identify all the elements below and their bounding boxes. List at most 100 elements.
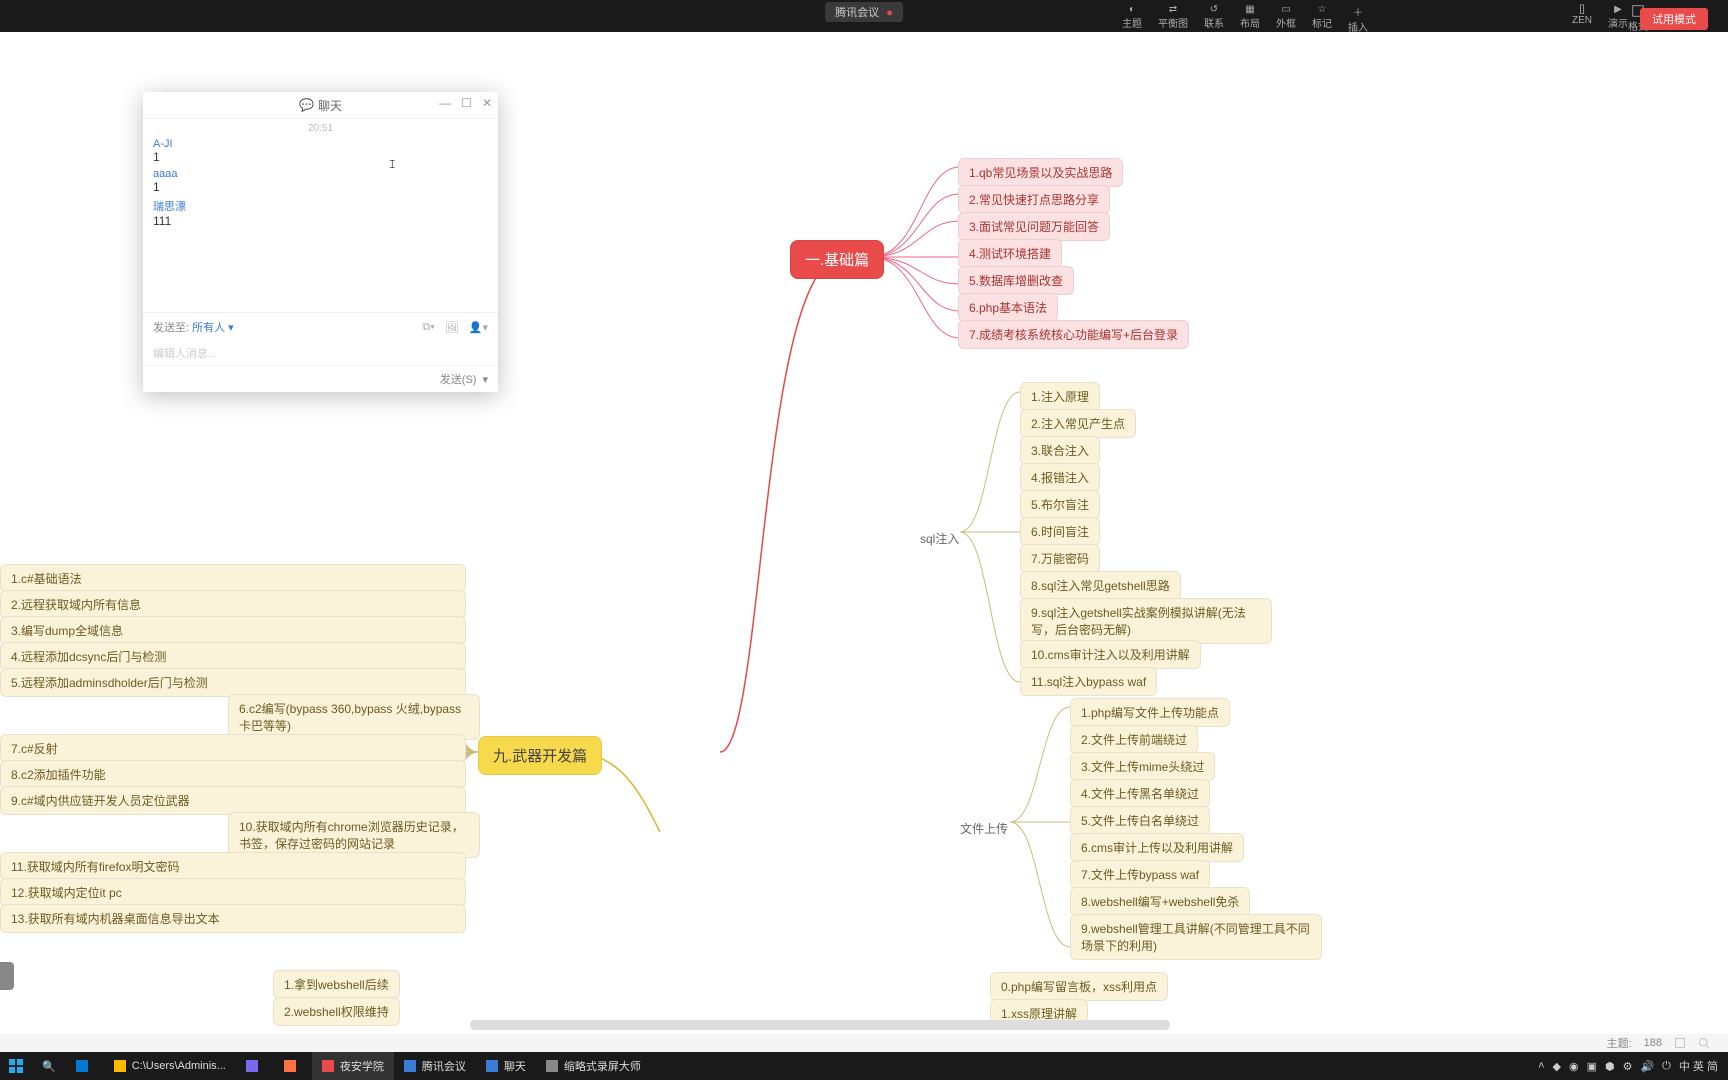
taskbar-item-6[interactable]: 聊天 bbox=[476, 1052, 536, 1080]
sql-node-2[interactable]: 3.联合注入 bbox=[1020, 436, 1100, 465]
tray-icon-1[interactable]: ◆ bbox=[1553, 1060, 1561, 1073]
node-upload-hub[interactable]: 文件上传 bbox=[950, 815, 1018, 842]
weapon-node-12[interactable]: 13.获取所有域内机器桌面信息导出文本 bbox=[0, 904, 466, 933]
sql-node-8[interactable]: 9.sql注入getshell实战案例模拟讲解(无法写，后台密码无解) bbox=[1020, 598, 1272, 644]
person-icon[interactable]: 👤▾ bbox=[469, 321, 488, 334]
tool-layout[interactable]: ▦布局 bbox=[1240, 4, 1260, 34]
chat-titlebar[interactable]: 💬 聊天 — ☐ ✕ bbox=[143, 92, 498, 119]
pink-node-3[interactable]: 4.测试环境搭建 bbox=[958, 239, 1062, 268]
upload-node-0[interactable]: 1.php编写文件上传功能点 bbox=[1070, 698, 1230, 727]
webshell-node-1[interactable]: 2.webshell权限维持 bbox=[273, 997, 400, 1026]
send-to[interactable]: 发送至: 所有人 ▾ bbox=[153, 319, 234, 335]
upload-node-6[interactable]: 7.文件上传bypass waf bbox=[1070, 860, 1210, 889]
sql-node-5[interactable]: 6.时间盲注 bbox=[1020, 517, 1100, 546]
upload-node-8[interactable]: 9.webshell管理工具讲解(不同管理工具不同场景下的利用) bbox=[1070, 914, 1322, 960]
tray-lang[interactable]: 中 英 简 bbox=[1679, 1058, 1718, 1074]
start-button[interactable] bbox=[0, 1052, 32, 1080]
weapon-node-11[interactable]: 12.获取域内定位it pc bbox=[0, 878, 466, 907]
tray-icon-4[interactable]: ⬢ bbox=[1605, 1060, 1615, 1073]
pink-node-2[interactable]: 3.面试常见问题万能回答 bbox=[958, 212, 1110, 241]
taskbar-item-4[interactable]: 夜安学院 bbox=[312, 1052, 394, 1080]
weapon-node-4[interactable]: 5.远程添加adminsdholder后门与检测 bbox=[0, 668, 466, 697]
weapon-node-2[interactable]: 3.编写dump全域信息 bbox=[0, 616, 466, 645]
send-dropdown-icon[interactable]: ▾ bbox=[482, 373, 488, 386]
sql-node-1[interactable]: 2.注入常见产生点 bbox=[1020, 409, 1136, 438]
taskbar-item-5[interactable]: 腾讯会议 bbox=[394, 1052, 476, 1080]
sql-node-4[interactable]: 5.布尔盲注 bbox=[1020, 490, 1100, 519]
pink-node-5[interactable]: 6.php基本语法 bbox=[958, 293, 1058, 322]
webshell-node-0[interactable]: 1.拿到webshell后续 bbox=[273, 970, 400, 999]
balance-icon: ⇄ bbox=[1169, 4, 1177, 15]
tool-balance[interactable]: ⇄平衡图 bbox=[1158, 4, 1188, 34]
xss-node-0[interactable]: 0.php编写留言板，xss利用点 bbox=[990, 972, 1168, 1001]
sidebar-toggle[interactable] bbox=[0, 962, 14, 990]
taskbar-item-0[interactable] bbox=[66, 1052, 104, 1080]
sql-node-6[interactable]: 7.万能密码 bbox=[1020, 544, 1100, 573]
node-sql-hub[interactable]: sql注入 bbox=[910, 525, 969, 552]
maximize-icon[interactable]: ☐ bbox=[461, 96, 472, 110]
weapon-node-0[interactable]: 1.c#基础语法 bbox=[0, 564, 466, 593]
weapon-node-3[interactable]: 4.远程添加dcsync后门与检测 bbox=[0, 642, 466, 671]
zoom-icon[interactable] bbox=[1698, 1037, 1710, 1049]
tool-outline[interactable]: ▭外框 bbox=[1276, 4, 1296, 34]
chat-user-0: A-JI bbox=[153, 138, 488, 150]
upload-node-2[interactable]: 3.文件上传mime头绕过 bbox=[1070, 752, 1215, 781]
node-basics-root[interactable]: 一.基础篇 bbox=[790, 240, 884, 279]
chat-action-icons: ⧉▾ 🖼 👤▾ bbox=[422, 321, 488, 334]
app-icon bbox=[284, 1060, 296, 1072]
sql-node-7[interactable]: 8.sql注入常见getshell思路 bbox=[1020, 571, 1181, 600]
weapon-node-10[interactable]: 11.获取域内所有firefox明文密码 bbox=[0, 852, 466, 881]
upload-node-3[interactable]: 4.文件上传黑名单绕过 bbox=[1070, 779, 1210, 808]
sql-node-10[interactable]: 11.sql注入bypass waf bbox=[1020, 667, 1157, 696]
weapon-node-8[interactable]: 9.c#域内供应链开发人员定位武器 bbox=[0, 786, 466, 815]
tray-network-icon[interactable]: ⏻ bbox=[1662, 1060, 1671, 1073]
tray-icon-5[interactable]: ⚙ bbox=[1623, 1060, 1633, 1073]
sql-node-0[interactable]: 1.注入原理 bbox=[1020, 382, 1100, 411]
tool-star[interactable]: ☆标记 bbox=[1312, 4, 1332, 34]
minimize-icon[interactable]: — bbox=[439, 96, 451, 110]
tray-up-icon[interactable]: ˄ bbox=[1538, 1060, 1544, 1072]
tray-icon-3[interactable]: ▣ bbox=[1587, 1060, 1597, 1073]
upload-node-7[interactable]: 8.webshell编写+webshell免杀 bbox=[1070, 887, 1250, 916]
sql-node-3[interactable]: 4.报错注入 bbox=[1020, 463, 1100, 492]
tool-label: ZEN bbox=[1572, 15, 1592, 26]
taskbar-item-1[interactable]: C:\Users\Adminis... bbox=[104, 1052, 236, 1080]
system-tray[interactable]: ˄ ◆ ◉ ▣ ⬢ ⚙ 🔊 ⏻ 中 英 简 bbox=[1538, 1058, 1728, 1074]
taskbar: 🔍 C:\Users\Adminis... 夜安学院 腾讯会议聊天缩略式录屏大师 ˄… bbox=[0, 1052, 1728, 1080]
tray-volume-icon[interactable]: 🔊 bbox=[1640, 1060, 1654, 1073]
trial-mode-button[interactable]: 试用模式 bbox=[1640, 8, 1708, 30]
upload-node-4[interactable]: 5.文件上传白名单绕过 bbox=[1070, 806, 1210, 835]
taskbar-items: C:\Users\Adminis... 夜安学院 腾讯会议聊天缩略式录屏大师 bbox=[66, 1052, 651, 1080]
tool-relation[interactable]: ↺联系 bbox=[1204, 4, 1224, 34]
weapon-node-1[interactable]: 2.远程获取域内所有信息 bbox=[0, 590, 466, 619]
tray-icon-2[interactable]: ◉ bbox=[1569, 1060, 1579, 1073]
pink-node-4[interactable]: 5.数据库增删改查 bbox=[958, 266, 1074, 295]
chat-input[interactable]: 编辑人消息... bbox=[143, 341, 498, 365]
upload-node-1[interactable]: 2.文件上传前端绕过 bbox=[1070, 725, 1198, 754]
weapon-node-7[interactable]: 8.c2添加插件功能 bbox=[0, 760, 466, 789]
pink-node-1[interactable]: 2.常见快速打点思路分享 bbox=[958, 185, 1110, 214]
chat-user-1: aaaa bbox=[153, 168, 488, 180]
image-icon[interactable]: 🖼 bbox=[445, 321, 459, 334]
tool-present[interactable]: ▶演示 bbox=[1608, 4, 1628, 30]
taskbar-item-3[interactable] bbox=[274, 1052, 312, 1080]
tool-theme[interactable]: ◐主题 bbox=[1122, 4, 1142, 34]
send-button[interactable]: 发送(S) bbox=[440, 371, 477, 387]
tool-plus[interactable]: ＋插入 bbox=[1348, 4, 1368, 34]
upload-node-5[interactable]: 6.cms审计上传以及利用讲解 bbox=[1070, 833, 1244, 862]
app-label: 腾讯会议 bbox=[422, 1058, 466, 1074]
close-icon[interactable]: ✕ bbox=[482, 96, 492, 110]
sql-node-9[interactable]: 10.cms审计注入以及利用讲解 bbox=[1020, 640, 1201, 669]
screenshot-icon[interactable]: ⧉▾ bbox=[422, 321, 434, 334]
zoom-fit-icon[interactable] bbox=[1674, 1037, 1686, 1049]
horizontal-scrollbar[interactable] bbox=[470, 1020, 1170, 1030]
pink-node-0[interactable]: 1.qb常见场景以及实战思路 bbox=[958, 158, 1123, 187]
taskbar-item-2[interactable] bbox=[236, 1052, 274, 1080]
weapon-node-6[interactable]: 7.c#反射 bbox=[0, 734, 466, 763]
tool-zen[interactable]: []ZEN bbox=[1572, 4, 1592, 30]
node-weapon-root[interactable]: 九.武器开发篇 bbox=[478, 736, 602, 775]
chat-timestamp: 20:51 bbox=[153, 123, 488, 134]
pink-node-6[interactable]: 7.成绩考核系统核心功能编写+后台登录 bbox=[958, 320, 1189, 349]
search-button[interactable]: 🔍 bbox=[32, 1052, 66, 1080]
taskbar-item-7[interactable]: 缩略式录屏大师 bbox=[536, 1052, 651, 1080]
